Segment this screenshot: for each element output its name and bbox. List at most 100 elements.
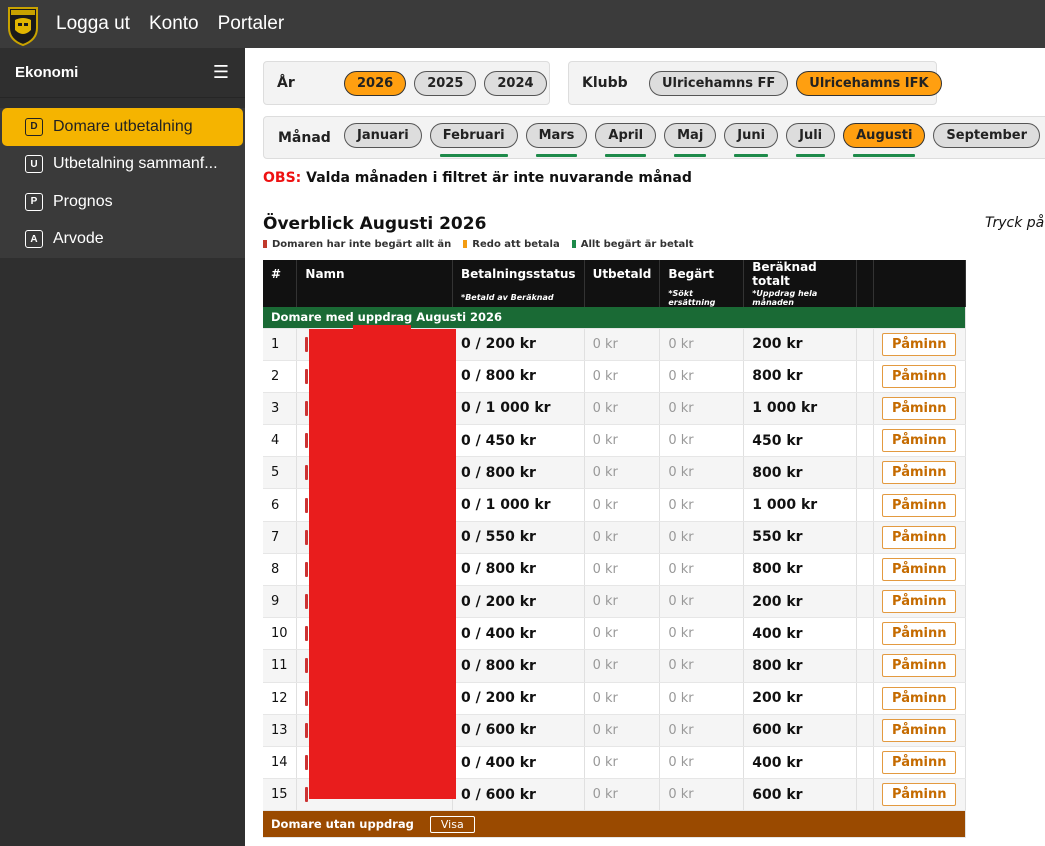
requested-amount: 0 kr xyxy=(659,649,745,683)
remind-button[interactable]: Påminn xyxy=(882,332,957,356)
calculated-total: 800 kr xyxy=(743,649,858,683)
spacer-cell xyxy=(856,714,875,747)
year-options: 2026 2025 2024 xyxy=(344,70,547,96)
calculated-total: 800 kr xyxy=(743,553,858,587)
sidebar-item-label: Domare utbetalning xyxy=(53,117,193,135)
calculated-total: 800 kr xyxy=(743,360,858,393)
status-marker xyxy=(305,368,309,384)
remind-button[interactable]: Påminn xyxy=(882,429,957,453)
show-button[interactable]: Visa xyxy=(429,815,475,833)
payment-status: 0 / 400 kr xyxy=(452,617,585,651)
remind-button[interactable]: Påminn xyxy=(882,718,957,742)
sidebar-badge-icon: A xyxy=(25,230,43,249)
month-pill[interactable]: September xyxy=(933,123,1041,148)
sidebar-badge-icon: U xyxy=(25,155,43,174)
month-pill[interactable]: Augusti xyxy=(843,123,926,148)
remind-button[interactable]: Påminn xyxy=(882,525,957,549)
spacer-cell xyxy=(856,456,875,490)
requested-amount: 0 kr xyxy=(659,682,745,715)
status-marker xyxy=(305,690,309,706)
footer-cell: Domare utan uppdrag Visa xyxy=(263,810,966,839)
spacer-cell xyxy=(856,360,875,393)
action-cell: Påminn xyxy=(873,456,966,490)
month-wrap: Maj xyxy=(664,122,717,157)
club-logo[interactable] xyxy=(7,4,39,46)
row-number: 14 xyxy=(263,746,298,780)
status-marker xyxy=(305,465,309,481)
menu-icon[interactable]: ☰ xyxy=(213,62,229,83)
action-cell: Påminn xyxy=(873,778,966,812)
payment-status: 0 / 200 kr xyxy=(452,328,585,361)
remind-button[interactable]: Påminn xyxy=(882,751,957,775)
calculated-total: 200 kr xyxy=(743,585,858,619)
month-pill[interactable]: Januari xyxy=(344,123,422,148)
year-pill[interactable]: 2024 xyxy=(484,70,547,96)
sidebar-item-2[interactable]: P Prognos xyxy=(0,183,245,221)
column-header: Namn xyxy=(296,260,454,288)
remind-button[interactable]: Påminn xyxy=(882,461,957,485)
action-cell: Påminn xyxy=(873,488,966,522)
spacer-cell xyxy=(856,617,875,651)
month-wrap: April xyxy=(595,122,657,157)
payment-status: 0 / 1 000 kr xyxy=(452,392,585,426)
year-pill[interactable]: 2026 xyxy=(344,70,407,96)
sidebar-item-3[interactable]: A Arvode xyxy=(0,221,245,259)
remind-button[interactable]: Påminn xyxy=(882,686,957,710)
sidebar-item-label: Utbetalning sammanf... xyxy=(53,155,218,173)
month-pill[interactable]: Maj xyxy=(664,123,717,148)
sidebar-item-label: Prognos xyxy=(53,192,113,210)
redacted-names xyxy=(309,329,456,799)
paid-amount: 0 kr xyxy=(584,521,661,554)
club-pill[interactable]: Ulricehamns FF xyxy=(649,70,789,96)
club-pill[interactable]: Ulricehamns IFK xyxy=(796,70,942,96)
account-link[interactable]: Konto xyxy=(149,13,199,35)
payment-status: 0 / 450 kr xyxy=(452,424,585,458)
payment-status: 0 / 800 kr xyxy=(452,360,585,393)
calculated-total: 200 kr xyxy=(743,682,858,715)
remind-button[interactable]: Påminn xyxy=(882,364,957,388)
calculated-total: 600 kr xyxy=(743,714,858,747)
sidebar-badge-icon: D xyxy=(25,117,43,136)
sidebar-item-0[interactable]: D Domare utbetalning xyxy=(2,108,243,146)
sidebar-item-1[interactable]: U Utbetalning sammanf... xyxy=(0,146,245,184)
month-pill[interactable]: Mars xyxy=(525,123,588,148)
remind-button[interactable]: Påminn xyxy=(882,493,957,517)
remind-button[interactable]: Påminn xyxy=(882,783,957,807)
remind-button[interactable]: Påminn xyxy=(882,654,957,678)
row-number: 13 xyxy=(263,714,298,747)
remind-button[interactable]: Påminn xyxy=(882,557,957,581)
top-bar: Logga ut Konto Portaler xyxy=(0,0,1045,48)
status-marker xyxy=(305,594,309,610)
month-pill[interactable]: Juni xyxy=(724,123,779,148)
paid-amount: 0 kr xyxy=(584,488,661,522)
redacted-names-top xyxy=(353,325,411,331)
column-subheader: *Betald av Beräknad xyxy=(452,288,585,307)
overview-hint: Tryck på xyxy=(985,215,1045,231)
year-pill[interactable]: 2025 xyxy=(414,70,477,96)
requested-amount: 0 kr xyxy=(659,488,745,522)
row-number: 9 xyxy=(263,585,298,619)
calculated-total: 600 kr xyxy=(743,778,858,812)
club-options: Ulricehamns FF Ulricehamns IFK xyxy=(649,70,942,96)
month-pill[interactable]: Juli xyxy=(786,123,836,148)
row-number: 1 xyxy=(263,328,298,361)
calculated-total: 400 kr xyxy=(743,746,858,780)
remind-button[interactable]: Påminn xyxy=(882,590,957,614)
logout-link[interactable]: Logga ut xyxy=(56,13,130,35)
requested-amount: 0 kr xyxy=(659,746,745,780)
payment-status: 0 / 800 kr xyxy=(452,649,585,683)
club-filter: Klubb Ulricehamns FF Ulricehamns IFK xyxy=(568,61,942,105)
paid-amount: 0 kr xyxy=(584,714,661,747)
month-pill[interactable]: Februari xyxy=(429,123,518,148)
month-wrap: Augusti xyxy=(843,122,926,157)
paid-amount: 0 kr xyxy=(584,682,661,715)
remind-button[interactable]: Påminn xyxy=(882,622,957,646)
portals-link[interactable]: Portaler xyxy=(218,13,285,35)
calculated-total: 200 kr xyxy=(743,328,858,361)
remind-button[interactable]: Påminn xyxy=(882,396,957,420)
requested-amount: 0 kr xyxy=(659,328,745,361)
paid-amount: 0 kr xyxy=(584,328,661,361)
status-marker xyxy=(305,497,309,513)
payment-status: 0 / 600 kr xyxy=(452,778,585,812)
month-pill[interactable]: April xyxy=(595,123,657,148)
